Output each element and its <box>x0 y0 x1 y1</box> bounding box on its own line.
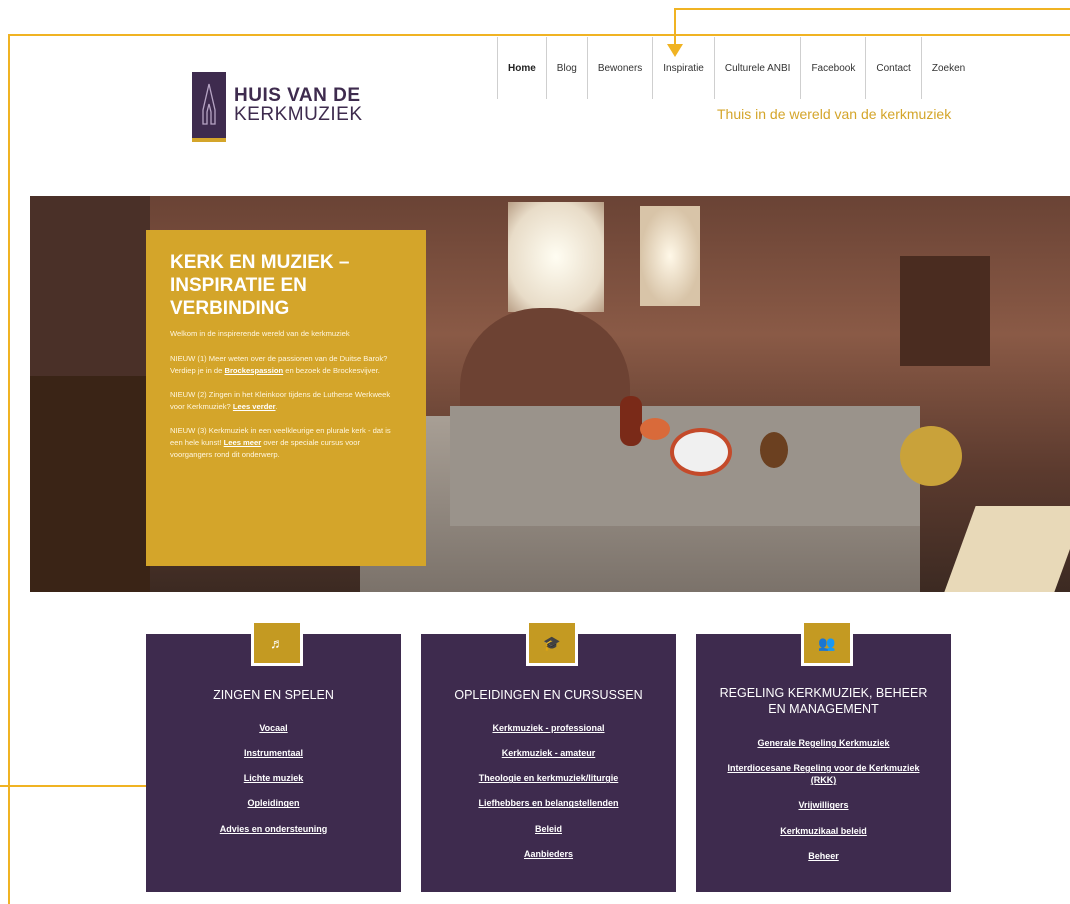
card-link[interactable]: Theologie en kerkmuziek/liturgie <box>421 772 676 784</box>
music-note-icon: ♬ <box>251 620 303 666</box>
hero-organ-keys <box>944 506 1070 592</box>
church-spire-icon <box>192 72 226 142</box>
annotation-line <box>8 34 10 904</box>
card-link[interactable]: Opleidingen <box>146 797 401 809</box>
nav-zoeken[interactable]: Zoeken <box>920 37 975 99</box>
news-link-lees-verder[interactable]: Lees verder <box>233 402 276 411</box>
card-title: REGELING KERKMUZIEK, BEHEER EN MANAGEMEN… <box>719 686 928 716</box>
hero-drum <box>670 428 732 476</box>
hero-intro: Welkom in de inspirerende wereld van de … <box>170 329 350 339</box>
main-nav: Home Blog Bewoners Inspiratie Culturele … <box>497 37 975 99</box>
card-link[interactable]: Aanbieders <box>421 848 676 860</box>
card-title: ZINGEN EN SPELEN <box>213 688 334 702</box>
nav-blog[interactable]: Blog <box>545 37 587 99</box>
hero-drum <box>640 418 670 440</box>
card-zingen-en-spelen: ♬ ZINGEN EN SPELEN Vocaal Instrumentaal … <box>146 620 401 892</box>
news-link-lees-meer[interactable]: Lees meer <box>224 438 262 447</box>
card-link[interactable]: Interdiocesane Regeling voor de Kerkmuzi… <box>696 762 951 786</box>
logo-line2: KERKMUZIEK <box>234 104 363 125</box>
card-opleidingen-en-cursussen: 🎓 OPLEIDINGEN EN CURSUSSEN Kerkmuziek - … <box>421 620 676 892</box>
nav-facebook[interactable]: Facebook <box>800 37 865 99</box>
news-text: . <box>275 401 278 411</box>
hero-guitar <box>760 432 788 468</box>
graduation-cap-icon: 🎓 <box>526 620 578 666</box>
hero-news-2: NIEUW (2) Zingen in het Kleinkoor tijden… <box>170 389 402 413</box>
hero-cello <box>620 396 642 446</box>
logo-line1: HUIS VAN DE <box>234 85 361 106</box>
card-link[interactable]: Beleid <box>421 823 676 835</box>
card-link[interactable]: Generale Regeling Kerkmuziek <box>696 737 951 749</box>
people-icon: 👥 <box>801 620 853 666</box>
card-link[interactable]: Instrumentaal <box>146 747 401 759</box>
hero-textbox: KERK EN MUZIEK – INSPIRATIE EN VERBINDIN… <box>146 230 426 566</box>
nav-contact[interactable]: Contact <box>865 37 920 99</box>
hero-arch <box>460 308 630 408</box>
hero-window <box>508 202 604 312</box>
card-link[interactable]: Advies en ondersteuning <box>146 823 401 835</box>
annotation-line <box>8 34 1070 36</box>
card-link[interactable]: Beheer <box>696 850 951 862</box>
news-text: en bezoek de Brockesvijver. <box>283 365 380 375</box>
hero-window <box>640 206 700 306</box>
card-regeling-kerkmuziek: 👥 REGELING KERKMUZIEK, BEHEER EN MANAGEM… <box>696 620 951 892</box>
card-link[interactable]: Kerkmuziek - professional <box>421 722 676 734</box>
card-title: OPLEIDINGEN EN CURSUSSEN <box>454 688 643 702</box>
hero-panel <box>900 256 990 366</box>
hero-title: KERK EN MUZIEK – INSPIRATIE EN VERBINDIN… <box>170 252 350 319</box>
tagline: Thuis in de wereld van de kerkmuziek <box>717 106 952 122</box>
card-link[interactable]: Kerkmuziek - amateur <box>421 747 676 759</box>
hero-horn <box>900 426 962 486</box>
card-link[interactable]: Vocaal <box>146 722 401 734</box>
card-link[interactable]: Liefhebbers en belangstellenden <box>421 797 676 809</box>
nav-home[interactable]: Home <box>497 37 546 99</box>
nav-bewoners[interactable]: Bewoners <box>586 37 652 99</box>
nav-inspiratie[interactable]: Inspiratie <box>652 37 714 99</box>
card-link[interactable]: Kerkmuzikaal beleid <box>696 825 951 837</box>
hero-news-1: NIEUW (1) Meer weten over de passionen v… <box>170 353 402 377</box>
hero-piano <box>30 376 150 592</box>
site-logo[interactable]: HUIS VAN DE KERKMUZIEK <box>192 72 363 142</box>
hero-news-3: NIEUW (3) Kerkmuziek in een veelkleurige… <box>170 425 402 461</box>
news-link-brockespassion[interactable]: Brockespassion <box>224 366 283 375</box>
annotation-line <box>674 8 1070 10</box>
nav-culturele-anbi[interactable]: Culturele ANBI <box>713 37 801 99</box>
card-link[interactable]: Vrijwilligers <box>696 799 951 811</box>
news-text: NIEUW (2) Zingen in het Kleinkoor tijden… <box>170 389 391 411</box>
card-link[interactable]: Lichte muziek <box>146 772 401 784</box>
